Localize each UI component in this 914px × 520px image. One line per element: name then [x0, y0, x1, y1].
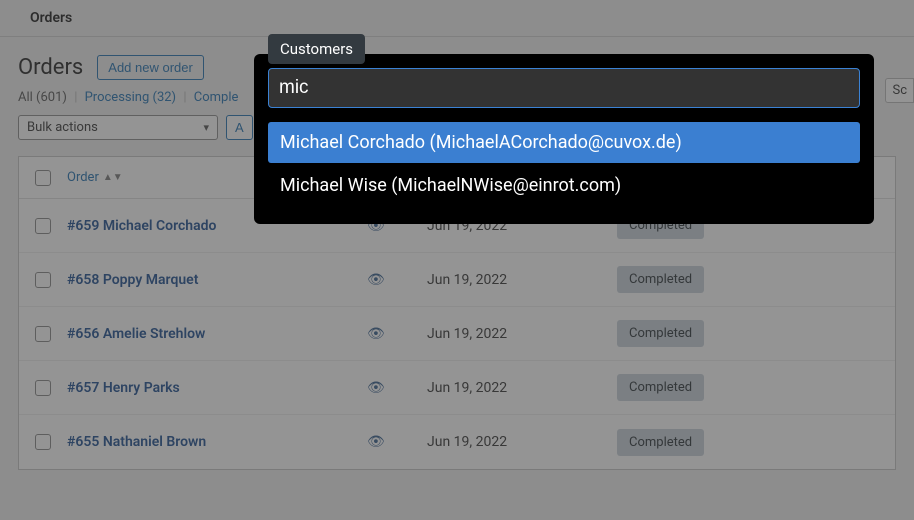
row-checkbox[interactable]: [35, 218, 51, 234]
preview-icon[interactable]: 👁: [367, 272, 427, 288]
autocomplete-list: Michael Corchado (MichaelACorchado@cuvox…: [268, 122, 860, 206]
row-checkbox[interactable]: [35, 380, 51, 396]
table-row[interactable]: #656 Amelie Strehlow 👁 Jun 19, 2022 Comp…: [19, 307, 895, 361]
filter-processing-label: Processing: [85, 90, 150, 105]
table-row[interactable]: #655 Nathaniel Brown 👁 Jun 19, 2022 Comp…: [19, 415, 895, 469]
table-row[interactable]: #657 Henry Parks 👁 Jun 19, 2022 Complete…: [19, 361, 895, 415]
row-checkbox[interactable]: [35, 434, 51, 450]
order-date: Jun 19, 2022: [427, 272, 617, 288]
order-date: Jun 19, 2022: [427, 326, 617, 342]
screen-options-button[interactable]: Sc: [885, 78, 914, 103]
autocomplete-item[interactable]: Michael Wise (MichaelNWise@einrot.com): [268, 165, 860, 206]
preview-icon[interactable]: 👁: [367, 434, 427, 450]
preview-icon[interactable]: 👁: [367, 380, 427, 396]
separator: |: [74, 90, 77, 105]
chevron-down-icon: ▾: [203, 121, 209, 134]
order-link[interactable]: #656 Amelie Strehlow: [67, 326, 367, 342]
tab-orders[interactable]: Orders: [0, 0, 914, 37]
sort-icon: ▲▼: [103, 172, 123, 183]
separator: |: [183, 90, 186, 105]
autocomplete-category-label: Customers: [268, 34, 365, 64]
status-badge: Completed: [617, 320, 704, 347]
row-checkbox[interactable]: [35, 272, 51, 288]
order-date: Jun 19, 2022: [427, 434, 617, 450]
preview-icon[interactable]: 👁: [367, 326, 427, 342]
add-new-order-button[interactable]: Add new order: [97, 55, 204, 80]
filter-completed[interactable]: Comple: [194, 90, 239, 105]
page-title: Orders: [18, 55, 83, 80]
status-badge: Completed: [617, 266, 704, 293]
status-badge: Completed: [617, 374, 704, 401]
order-link[interactable]: #658 Poppy Marquet: [67, 272, 367, 288]
autocomplete-item[interactable]: Michael Corchado (MichaelACorchado@cuvox…: [268, 122, 860, 163]
filter-all[interactable]: All (601): [18, 90, 70, 105]
bulk-actions-label: Bulk actions: [27, 120, 98, 135]
bulk-actions-select[interactable]: Bulk actions ▾: [18, 115, 218, 140]
customer-search-input[interactable]: [268, 68, 860, 108]
apply-button[interactable]: A: [226, 115, 253, 140]
order-date: Jun 19, 2022: [427, 380, 617, 396]
order-link[interactable]: #657 Henry Parks: [67, 380, 367, 396]
autocomplete-panel: Michael Corchado (MichaelACorchado@cuvox…: [254, 54, 874, 224]
filter-processing-count: (32): [153, 90, 177, 105]
col-order-label: Order: [67, 170, 99, 185]
filter-all-label: All: [18, 90, 33, 105]
status-badge: Completed: [617, 429, 704, 456]
table-row[interactable]: #658 Poppy Marquet 👁 Jun 19, 2022 Comple…: [19, 253, 895, 307]
filter-all-count: (601): [36, 90, 67, 105]
filter-processing[interactable]: Processing (32): [85, 90, 180, 105]
order-link[interactable]: #655 Nathaniel Brown: [67, 434, 367, 450]
row-checkbox[interactable]: [35, 326, 51, 342]
select-all-checkbox[interactable]: [35, 170, 51, 186]
